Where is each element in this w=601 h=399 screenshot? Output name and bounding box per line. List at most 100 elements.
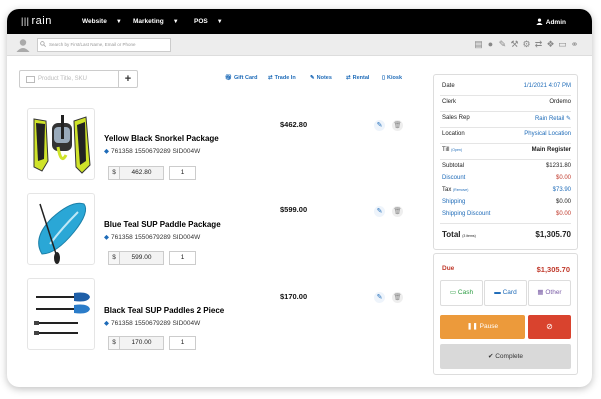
nav-pos[interactable]: POS ▼	[194, 18, 223, 25]
product-search-placeholder: Product Title, SKU	[38, 76, 88, 82]
quantity-input[interactable]: 1	[169, 251, 196, 265]
nav-marketing[interactable]: Marketing ▼	[133, 18, 179, 25]
wrench-icon[interactable]: ⚒	[510, 39, 519, 49]
item-sku: ◆ 761358 1550679289 SID004W	[104, 148, 201, 155]
user-icon	[536, 18, 543, 25]
quantity-input[interactable]: 1	[169, 166, 196, 180]
caret-down-icon: ▼	[115, 19, 122, 25]
order-summary-panel: Date 1/1/2021 4:07 PM Clerk Ordemo Sales R…	[433, 74, 578, 250]
sup-paddles-image	[34, 292, 90, 335]
payment-panel: Due $1,305.70 ▭ Cash ▬ Card ▦ Other ❚❚ P…	[433, 253, 578, 375]
tax-remove-link[interactable]: (Remove)	[453, 188, 468, 192]
exchange-icon: ⇄	[346, 75, 351, 81]
complete-button[interactable]: ✔ Complete	[440, 344, 571, 369]
pencil-icon[interactable]: ✎	[566, 116, 571, 122]
barcode-icon	[26, 76, 35, 83]
edit-item-button[interactable]: ✎	[374, 120, 385, 131]
kiosk-link[interactable]: ▯ Kiosk	[382, 75, 402, 81]
delete-item-button[interactable]: 🗑︎	[392, 120, 403, 131]
exchange-icon[interactable]: ⇄	[534, 39, 543, 49]
divider	[440, 223, 571, 224]
notes-icon: ✎	[310, 75, 315, 81]
top-nav: ||| rain Website ▼ Marketing ▼ POS ▼ Admin	[7, 9, 592, 34]
subtotal-row: Subtotal $1231.80	[442, 163, 571, 169]
pause-button[interactable]: ❚❚ Pause	[440, 315, 525, 339]
tablet-icon: ▯	[382, 75, 386, 81]
logo-text: rain	[31, 15, 52, 27]
gift-icon: 🎁︎	[225, 75, 232, 81]
shipping-row[interactable]: Shipping $0.00	[442, 199, 571, 205]
rental-link[interactable]: ⇄ Rental	[346, 75, 369, 81]
search-icon	[40, 41, 46, 47]
divider	[440, 159, 571, 160]
rain-logo[interactable]: ||| rain	[21, 15, 52, 27]
gear-icon[interactable]: ⚙	[522, 39, 531, 49]
handshake-icon[interactable]: ⚭	[570, 39, 579, 49]
item-total-price: $599.00	[280, 205, 308, 214]
till-open-link[interactable]: (Open)	[451, 148, 462, 152]
edit-item-button[interactable]: ✎	[374, 206, 385, 217]
item-sku: ◆ 761358 1550679289 SID004W	[104, 234, 201, 241]
customer-avatar-icon[interactable]	[16, 38, 30, 52]
tax-row: Tax (Remove) $73.90	[442, 187, 571, 193]
sup-board-image	[38, 202, 87, 264]
divider	[440, 95, 571, 96]
divider	[440, 111, 571, 112]
app-window: ||| rain Website ▼ Marketing ▼ POS ▼ Admin S…	[7, 9, 592, 387]
product-image-snorkel	[27, 108, 95, 180]
other-button[interactable]: ▦ Other	[528, 280, 571, 306]
card-icon[interactable]: ▭	[558, 39, 567, 49]
edit-icon[interactable]: ✎	[498, 39, 507, 49]
logo-bars-icon: |||	[21, 16, 30, 26]
item-total-price: $170.00	[280, 292, 308, 301]
chat-icon[interactable]: ●	[486, 39, 495, 49]
location-row[interactable]: Location Physical Location	[442, 131, 571, 137]
cash-button[interactable]: ▭ Cash	[440, 280, 483, 306]
sales-rep-row[interactable]: Sales Rep Rain Retail ✎	[442, 115, 571, 122]
delete-item-button[interactable]: 🗑︎	[392, 206, 403, 217]
edit-item-button[interactable]: ✎	[374, 292, 385, 303]
dollar-icon: $	[108, 251, 120, 265]
nav-website[interactable]: Website ▼	[82, 18, 122, 25]
date-row: Date 1/1/2021 4:07 PM	[442, 83, 571, 89]
delete-item-button[interactable]: 🗑︎	[392, 292, 403, 303]
trade-in-link[interactable]: ⇄ Trade In	[268, 75, 296, 81]
customer-search-input[interactable]: Search by First/Last Name, Email or Phon…	[37, 38, 171, 52]
total-row: Total (3 items) $1,305.70	[442, 230, 571, 239]
cancel-button[interactable]: ⊘	[528, 315, 571, 339]
toolbar-icons: ▤ ● ✎ ⚒ ⚙ ⇄ ❖ ▭ ⚭	[474, 39, 579, 49]
tag-icon: ◆	[104, 148, 109, 155]
item-name[interactable]: Yellow Black Snorkel Package	[104, 134, 219, 143]
check-icon: ✔	[487, 353, 494, 360]
pause-icon: ❚❚	[466, 323, 478, 330]
admin-menu[interactable]: Admin	[536, 18, 566, 26]
card-button[interactable]: ▬ Card	[484, 280, 527, 306]
divider	[440, 127, 571, 128]
dropbox-icon[interactable]: ❖	[546, 39, 555, 49]
item-name[interactable]: Black Teal SUP Paddles 2 Piece	[104, 306, 224, 315]
notes-link[interactable]: ✎ Notes	[310, 75, 332, 81]
unit-price-input[interactable]: 599.00	[120, 251, 164, 265]
till-row: Till (Open) Main Register	[442, 147, 571, 153]
caret-down-icon: ▼	[172, 19, 179, 25]
product-image-paddles	[27, 278, 95, 350]
add-product-button[interactable]: +	[118, 71, 137, 87]
discount-row[interactable]: Discount $0.00	[442, 175, 571, 181]
item-name[interactable]: Blue Teal SUP Paddle Package	[104, 220, 221, 229]
grid-icon: ▦	[537, 289, 544, 296]
unit-price-input[interactable]: 462.80	[120, 166, 164, 180]
clerk-row: Clerk Ordemo	[442, 99, 571, 105]
document-icon[interactable]: ▤	[474, 39, 483, 49]
exchange-icon: ⇄	[268, 75, 273, 81]
gift-card-link[interactable]: 🎁︎ Gift Card	[225, 75, 258, 81]
unit-price-input[interactable]: 170.00	[120, 336, 164, 350]
item-sku: ◆ 761358 1550679289 SID004W	[104, 320, 201, 327]
product-search-input[interactable]: Product Title, SKU +	[19, 70, 138, 88]
shipping-discount-row[interactable]: Shipping Discount $0.00	[442, 211, 571, 217]
ban-icon: ⊘	[546, 322, 553, 331]
product-image-paddle-board	[27, 193, 95, 265]
dollar-icon: $	[108, 336, 120, 350]
quantity-input[interactable]: 1	[169, 336, 196, 350]
divider	[440, 143, 571, 144]
cash-icon: ▭	[449, 289, 457, 296]
